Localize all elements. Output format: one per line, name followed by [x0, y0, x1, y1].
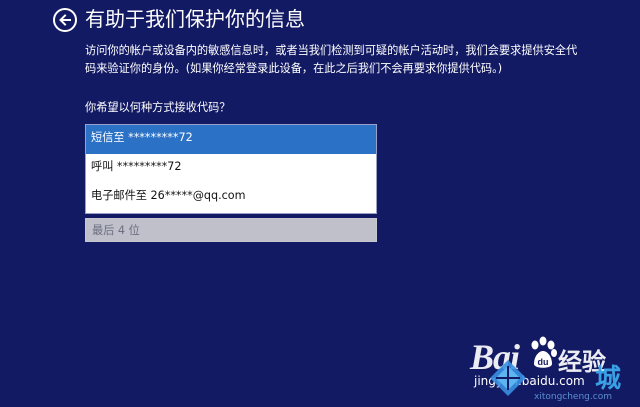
back-arrow-icon: [59, 14, 71, 26]
option-sms[interactable]: 短信至 *********72: [86, 125, 376, 154]
baidu-paw-icon: du: [531, 336, 557, 368]
option-call[interactable]: 呼叫 *********72: [86, 154, 376, 183]
method-question: 你希望以何种方式接收代码？: [85, 101, 231, 114]
svg-text:du: du: [538, 357, 549, 367]
verification-method-list: 短信至 *********72 呼叫 *********72 电子邮件至 26*…: [85, 124, 377, 214]
site-url-text: xitongcheng.com: [534, 392, 612, 402]
setup-page: 有助于我们保护你的信息 访问你的帐户或设备内的敏感信息时，或者当我们检测到可疑的…: [0, 0, 640, 407]
description-text: 访问你的帐户或设备内的敏感信息时，或者当我们检测到可疑的帐户活动时，我们会要求提…: [85, 44, 578, 75]
windows-logo-icon: [490, 360, 526, 396]
back-button[interactable]: [53, 8, 77, 32]
page-title: 有助于我们保护你的信息: [85, 7, 305, 31]
option-email[interactable]: 电子邮件至 26*****@qq.com: [86, 183, 376, 212]
site-logo-char: 城: [595, 364, 622, 394]
last-4-digits-input[interactable]: [85, 218, 377, 242]
